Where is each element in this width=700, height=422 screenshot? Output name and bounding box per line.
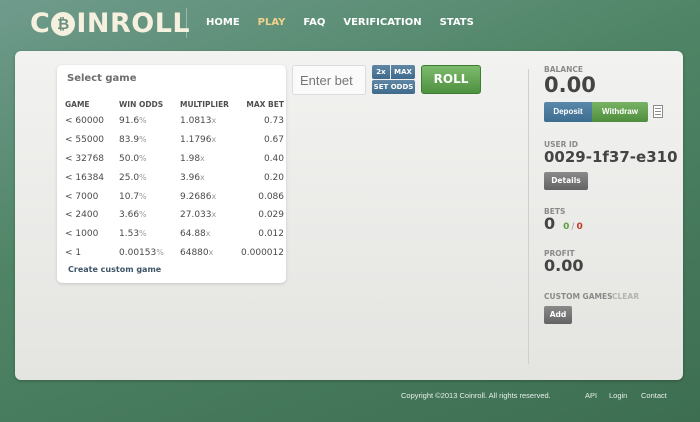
bets-total: 0	[544, 214, 556, 233]
nav-play[interactable]: PLAY	[258, 17, 286, 28]
balance-value: 0.00	[544, 73, 596, 97]
select-game-title: Select game	[67, 73, 137, 84]
game-row[interactable]: < 16384 25.0% 3.96x 0.20	[65, 168, 284, 187]
game-multiplier: 9.2686x	[180, 191, 217, 202]
game-win-odds: 50.0%	[119, 153, 147, 164]
add-custom-game-button[interactable]: Add	[544, 306, 572, 324]
game-max-bet: 0.20	[263, 172, 284, 183]
game-row[interactable]: < 7000 10.7% 9.2686x 0.086	[65, 187, 284, 206]
col-max-bet: MAX BET	[246, 100, 284, 109]
game-win-odds: 1.53%	[119, 229, 147, 240]
logo-letters-roll: ROLL	[109, 8, 191, 39]
bet-amount-input[interactable]	[292, 65, 366, 95]
game-threshold: < 1	[65, 247, 82, 258]
user-id-value: 0029-1f37-e310	[544, 148, 678, 166]
bitcoin-coin-icon: ₿	[51, 11, 76, 36]
bets-separator: /	[571, 222, 575, 232]
col-game: GAME	[65, 100, 90, 109]
col-multiplier: MULTIPLIER	[180, 100, 229, 109]
game-row[interactable]: < 55000 83.9% 1.1796x 0.67	[65, 131, 284, 150]
bets-stats: 0 0 / 0	[544, 214, 583, 233]
game-max-bet: 0.000012	[241, 247, 284, 258]
sidebar-divider	[528, 69, 529, 364]
logo-letters-in: IN	[76, 8, 110, 39]
game-threshold: < 55000	[65, 135, 105, 146]
game-threshold: < 16384	[65, 172, 105, 183]
game-max-bet: 0.73	[263, 116, 284, 127]
game-multiplier: 1.98x	[180, 153, 205, 164]
game-multiplier: 64880x	[180, 247, 214, 258]
nav-stats[interactable]: STATS	[440, 17, 474, 28]
game-max-bet: 0.40	[263, 153, 284, 164]
main-nav: HOME PLAY FAQ VERIFICATION STATS	[206, 17, 492, 28]
transaction-history-icon[interactable]	[653, 105, 663, 118]
clear-custom-games-button[interactable]: CLEAR	[612, 292, 639, 301]
bets-won: 0	[563, 222, 570, 232]
coinroll-logo[interactable]: C ₿ IN ROLL	[30, 8, 190, 39]
deposit-button[interactable]: Deposit	[544, 102, 592, 122]
col-win-odds: WIN ODDS	[119, 100, 164, 109]
header-divider	[186, 8, 187, 38]
play-panel: Select game GAME WIN ODDS MULTIPLIER MAX…	[15, 51, 683, 380]
game-win-odds: 0.00153%	[119, 247, 164, 258]
game-multiplier: 27.033x	[180, 210, 217, 221]
game-win-odds: 91.6%	[119, 116, 147, 127]
withdraw-button[interactable]: Withdraw	[592, 102, 648, 122]
footer-link-login[interactable]: Login	[609, 391, 627, 400]
game-row[interactable]: < 1 0.00153% 64880x 0.000012	[65, 244, 284, 263]
game-win-odds: 3.66%	[119, 210, 147, 221]
nav-home[interactable]: HOME	[206, 17, 240, 28]
footer-copyright: Copyright ©2013 Coinroll. All rights res…	[401, 391, 551, 400]
bets-lost: 0	[576, 222, 583, 232]
set-odds-button[interactable]: SET ODDS	[372, 80, 415, 94]
game-win-odds: 25.0%	[119, 172, 147, 183]
select-game-card: Select game GAME WIN ODDS MULTIPLIER MAX…	[57, 65, 286, 283]
footer-link-api[interactable]: API	[585, 391, 597, 400]
game-row[interactable]: < 32768 50.0% 1.98x 0.40	[65, 150, 284, 169]
logo-letter-c: C	[30, 8, 51, 39]
roll-button[interactable]: ROLL	[421, 65, 481, 94]
game-multiplier: 1.0813x	[180, 116, 217, 127]
double-bet-button[interactable]: 2x	[372, 65, 390, 79]
game-win-odds: 83.9%	[119, 135, 147, 146]
game-multiplier: 64.88x	[180, 229, 211, 240]
nav-faq[interactable]: FAQ	[303, 17, 325, 28]
profit-value: 0.00	[544, 256, 584, 275]
game-win-odds: 10.7%	[119, 191, 147, 202]
game-row[interactable]: < 1000 1.53% 64.88x 0.012	[65, 225, 284, 244]
game-max-bet: 0.67	[263, 135, 284, 146]
game-max-bet: 0.012	[258, 229, 284, 240]
custom-games-label: CUSTOM GAMES	[544, 292, 613, 301]
create-custom-game-link[interactable]: Create custom game	[68, 265, 161, 274]
footer-link-contact[interactable]: Contact	[641, 391, 667, 400]
game-max-bet: 0.029	[258, 210, 284, 221]
game-max-bet: 0.086	[258, 191, 284, 202]
details-button[interactable]: Details	[544, 172, 588, 190]
game-multiplier: 1.1796x	[180, 135, 217, 146]
game-threshold: < 32768	[65, 153, 105, 164]
game-row[interactable]: < 60000 91.6% 1.0813x 0.73	[65, 112, 284, 131]
game-threshold: < 2400	[65, 210, 99, 221]
game-multiplier: 3.96x	[180, 172, 205, 183]
max-bet-button[interactable]: MAX	[391, 65, 415, 79]
game-row[interactable]: < 2400 3.66% 27.033x 0.029	[65, 206, 284, 225]
nav-verification[interactable]: VERIFICATION	[343, 17, 421, 28]
games-table-header: GAME WIN ODDS MULTIPLIER MAX BET	[65, 97, 284, 112]
games-table: GAME WIN ODDS MULTIPLIER MAX BET < 60000…	[65, 97, 284, 262]
game-threshold: < 7000	[65, 191, 99, 202]
game-threshold: < 60000	[65, 116, 105, 127]
game-threshold: < 1000	[65, 229, 99, 240]
